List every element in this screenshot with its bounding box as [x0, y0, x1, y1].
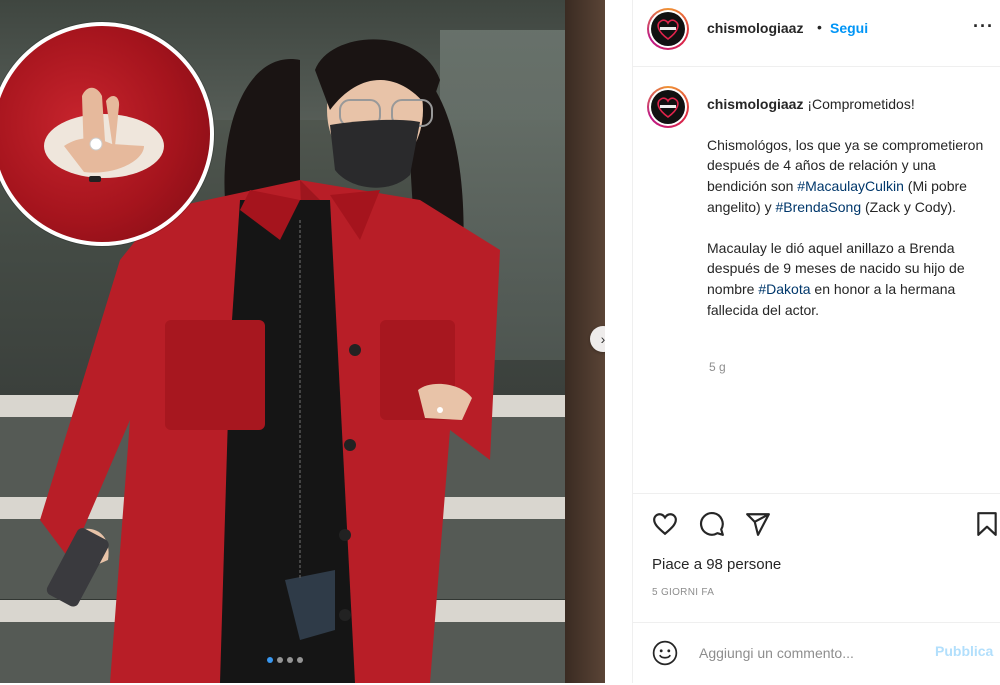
- hashtag-link[interactable]: #MacaulayCulkin: [797, 178, 904, 194]
- hashtag-link[interactable]: #Dakota: [758, 281, 810, 297]
- zoom-inset-ring: [0, 22, 214, 246]
- caption-username[interactable]: chismologiaaz: [707, 96, 803, 112]
- carousel-dot: [297, 657, 303, 663]
- heart-icon[interactable]: [652, 511, 678, 537]
- post-author-username[interactable]: chismologiaaz: [707, 20, 803, 36]
- more-options-button[interactable]: ···: [973, 16, 994, 37]
- comment-icon[interactable]: [699, 511, 725, 537]
- post-media[interactable]: ›: [0, 0, 605, 683]
- caption-text: (Zack y Cody).: [861, 198, 957, 215]
- avatar-ring: [649, 88, 687, 126]
- caption-title: ¡Comprometidos!: [807, 96, 915, 112]
- publish-button[interactable]: Pubblica: [935, 643, 993, 659]
- emoji-icon[interactable]: [652, 640, 678, 666]
- heart-logo-icon: [651, 12, 685, 46]
- comment-input[interactable]: [697, 641, 931, 665]
- carousel-indicator: [267, 657, 303, 663]
- follow-button[interactable]: Segui: [830, 20, 868, 36]
- caption-avatar[interactable]: [647, 86, 689, 128]
- post-actions: Piace a 98 persone 5 GIORNI FA Pubblica: [633, 493, 1000, 684]
- likes-count[interactable]: Piace a 98 persone: [652, 556, 781, 573]
- bookmark-icon[interactable]: [974, 511, 1000, 537]
- post-caption: chismologiaaz ¡Comprometidos! Chismológo…: [707, 94, 995, 340]
- caption-timestamp[interactable]: 5 g: [709, 360, 726, 374]
- share-icon[interactable]: [745, 511, 771, 537]
- carousel-dot: [277, 657, 283, 663]
- heart-logo-icon: [651, 90, 685, 124]
- carousel-dot: [267, 657, 273, 663]
- avatar[interactable]: [647, 8, 689, 50]
- separator-dot: •: [817, 19, 822, 35]
- post-header: chismologiaaz • Segui ···: [633, 0, 1000, 67]
- comment-bar: Pubblica: [633, 622, 1000, 685]
- instagram-post: › chismologiaaz • Segui ··· chismologiaa…: [0, 0, 1000, 683]
- post-date[interactable]: 5 GIORNI FA: [652, 587, 714, 598]
- carousel-dot: [287, 657, 293, 663]
- post-side-panel: chismologiaaz • Segui ··· chismologiaaz …: [632, 0, 1000, 683]
- hashtag-link[interactable]: #BrendaSong: [775, 199, 861, 215]
- avatar-ring: [649, 10, 687, 48]
